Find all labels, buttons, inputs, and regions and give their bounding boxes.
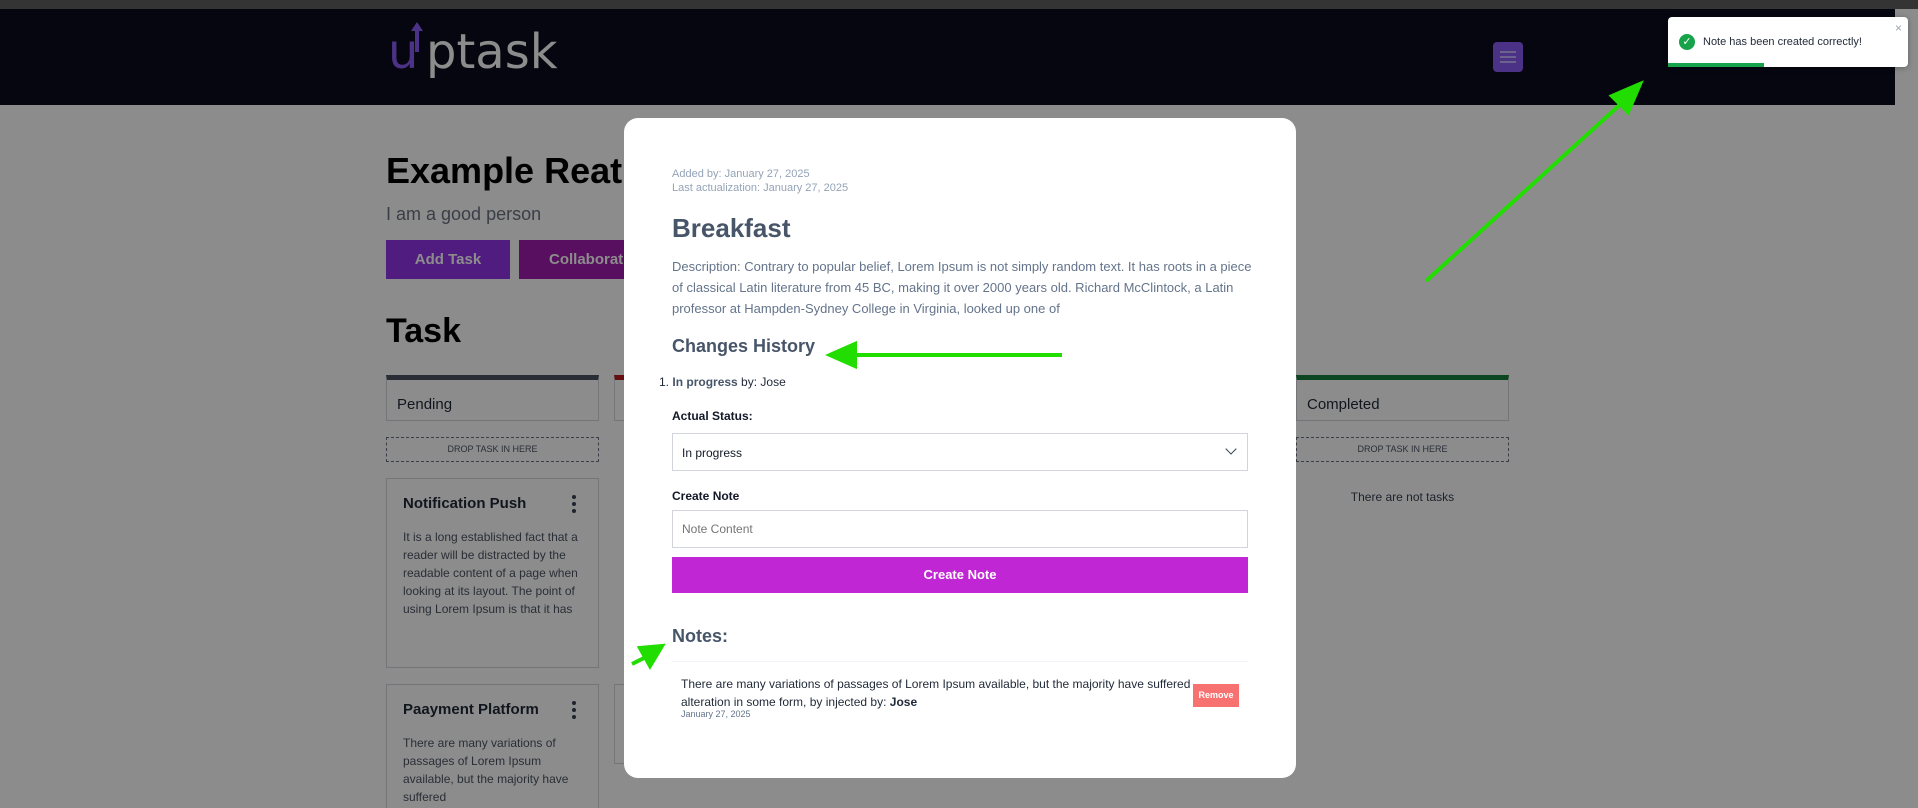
task-description: Description: Contrary to popular belief,… [672,259,1252,316]
note-date: January 27, 2025 [681,709,751,719]
note-text: There are many variations of passages of… [681,677,1191,709]
note-author: Jose [889,695,918,709]
status-select[interactable]: In progress [672,433,1248,471]
note-content-input[interactable] [672,510,1248,548]
status-label: Actual Status: [672,409,753,423]
task-detail-modal: Added by: January 27, 2025 Last actualiz… [624,118,1296,778]
task-title: Breakfast [672,213,791,243]
history-item: 1. In progress by: Jose [659,375,786,389]
added-by-date: Added by: January 27, 2025 [672,168,810,180]
history-status: In progress [672,375,738,389]
notes-title: Notes: [672,626,729,646]
notes-divider [672,661,1248,662]
note-content: There are many variations of passages of… [681,675,1191,711]
success-toast: ✓ Note has been created correctly! × [1668,17,1908,67]
status-value: In progress [682,446,743,460]
create-note-label: Create Note [672,489,740,503]
chevron-down-icon [1225,443,1237,455]
toast-progress-bar [1668,63,1764,67]
last-update-date: Last actualization: January 27, 2025 [672,182,849,194]
toast-message: Note has been created correctly! [1703,36,1862,48]
history-number: 1. [659,375,670,389]
changes-history-title: Changes History [672,336,816,356]
close-icon[interactable]: × [1895,21,1902,35]
history-author: by: Jose [737,375,786,389]
remove-note-button[interactable]: Remove [1193,684,1239,707]
check-circle-icon: ✓ [1679,34,1695,50]
create-note-button[interactable]: Create Note [672,557,1248,593]
